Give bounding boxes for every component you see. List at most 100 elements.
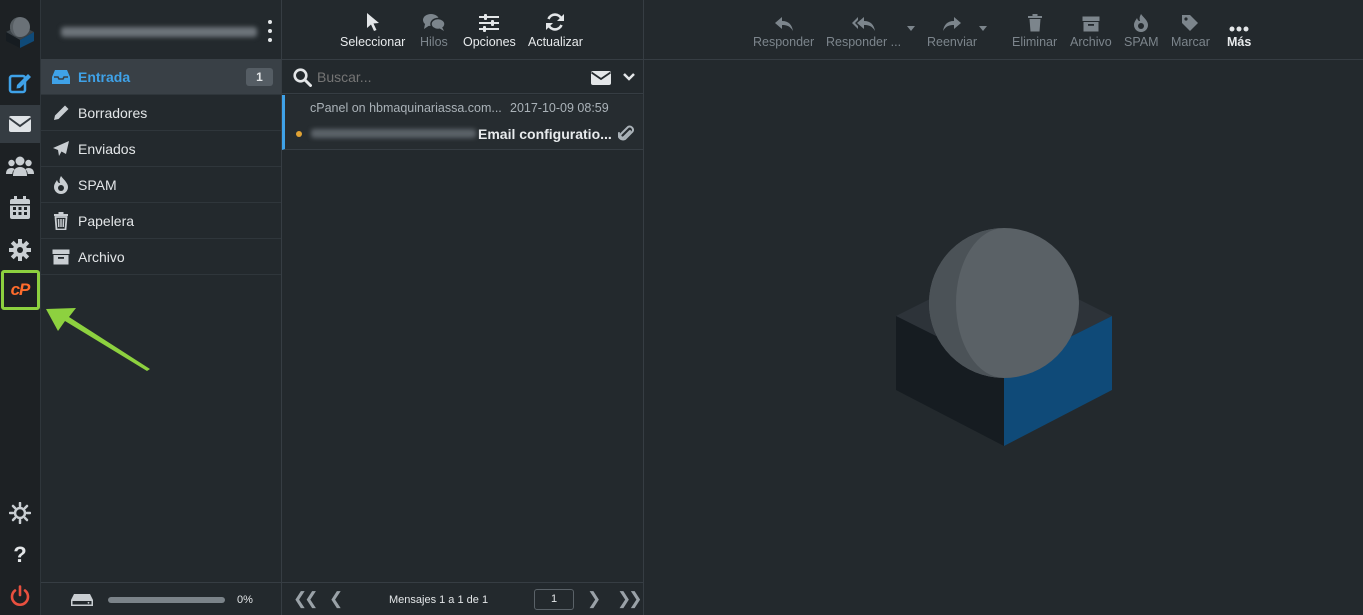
folder-spam[interactable]: SPAM — [41, 167, 281, 203]
forward-label: Reenviar — [927, 35, 978, 49]
annotation-arrow — [46, 308, 150, 371]
logout-button[interactable] — [0, 577, 40, 615]
quota-percent: 0% — [237, 594, 253, 606]
mark-button[interactable]: Marcar — [1171, 10, 1210, 49]
account-header — [41, 0, 281, 60]
spam-label: SPAM — [1124, 35, 1159, 49]
calendar-icon — [10, 196, 30, 219]
previous-page-icon[interactable]: ❮ — [329, 589, 343, 609]
folder-trash[interactable]: Papelera — [41, 203, 281, 239]
paper-plane-icon — [51, 139, 71, 159]
refresh-icon — [545, 10, 565, 32]
hard-drive-icon — [71, 594, 93, 606]
reply-all-icon — [851, 10, 876, 32]
sun-icon — [9, 502, 31, 524]
reply-icon — [774, 10, 794, 32]
first-page-icon[interactable]: ❮❮ — [293, 589, 318, 609]
help-icon: ? — [13, 542, 27, 567]
reply-all-dropdown-icon[interactable] — [907, 26, 915, 31]
preview-toolbar: Responder Responder ... Reenviar Elimina… — [644, 0, 1363, 60]
more-label: Más — [1227, 35, 1252, 49]
unread-count-badge: 1 — [246, 68, 273, 86]
paperclip-icon — [618, 125, 634, 141]
quota-track — [108, 597, 225, 603]
archive-icon — [51, 247, 71, 267]
page-number-input[interactable]: 1 — [534, 589, 574, 610]
pagination-bar: ❮❮ ❮ Mensajes 1 a 1 de 1 1 ❯ ❯❯ — [282, 582, 643, 615]
options-label: Opciones — [463, 35, 516, 49]
threads-label: Hilos — [420, 35, 448, 49]
power-icon — [10, 585, 30, 606]
chevron-down-icon[interactable] — [623, 73, 635, 81]
reply-all-label: Responder ... — [826, 35, 902, 49]
roundcube-logo[interactable] — [0, 6, 40, 54]
comments-icon — [422, 10, 446, 32]
refresh-button[interactable]: Actualizar — [528, 10, 583, 49]
folder-label: Archivo — [78, 248, 125, 265]
refresh-label: Actualizar — [528, 35, 583, 49]
folder-label: SPAM — [78, 176, 117, 193]
options-button[interactable]: Opciones — [463, 10, 516, 49]
envelope-icon[interactable] — [591, 71, 611, 85]
spam-button[interactable]: SPAM — [1124, 10, 1159, 49]
folder-sent[interactable]: Enviados — [41, 131, 281, 167]
pencil-icon — [51, 103, 71, 123]
folder-inbox[interactable]: Entrada 1 — [41, 59, 281, 95]
help-button[interactable]: ? — [0, 536, 40, 574]
select-label: Seleccionar — [340, 35, 406, 49]
select-button[interactable]: Seleccionar — [340, 10, 405, 49]
trash-icon — [1027, 10, 1043, 32]
quota-bar: 0% — [41, 582, 281, 615]
fire-icon — [1133, 10, 1149, 32]
more-button[interactable]: Más — [1227, 10, 1251, 49]
mail-button[interactable] — [0, 105, 40, 143]
nav-rail: cP ? — [0, 0, 41, 615]
search-bar — [282, 60, 643, 94]
forward-dropdown-icon[interactable] — [979, 26, 987, 31]
next-page-icon[interactable]: ❯ — [587, 589, 601, 609]
search-input[interactable] — [315, 67, 575, 87]
mark-label: Marcar — [1171, 35, 1210, 49]
cursor-icon — [366, 10, 380, 32]
folder-archive[interactable]: Archivo — [41, 239, 281, 275]
archive-icon — [1082, 10, 1100, 32]
logo-icon — [6, 17, 34, 48]
reply-label: Responder — [753, 35, 815, 49]
roundcube-watermark-logo — [896, 228, 1112, 446]
account-menu-icon[interactable] — [263, 20, 277, 42]
forward-button[interactable]: Reenviar — [927, 10, 977, 49]
reply-all-button[interactable]: Responder ... — [826, 10, 901, 49]
archive-label: Archivo — [1070, 35, 1112, 49]
theme-button[interactable] — [0, 494, 40, 532]
search-icon — [293, 68, 312, 87]
message-row[interactable]: cPanel on hbmaquinariassa.com... 2017-10… — [282, 95, 643, 150]
contacts-icon — [6, 156, 34, 176]
message-from: cPanel on hbmaquinariassa.com... — [310, 101, 502, 115]
forward-icon — [942, 10, 962, 32]
folder-drafts[interactable]: Borradores — [41, 95, 281, 131]
threads-button[interactable]: Hilos — [420, 10, 448, 49]
compose-button[interactable] — [0, 64, 40, 102]
calendar-button[interactable] — [0, 189, 40, 227]
ellipsis-icon — [1229, 10, 1249, 32]
delete-label: Eliminar — [1012, 35, 1058, 49]
account-email-redacted — [61, 27, 257, 37]
delete-button[interactable]: Eliminar — [1012, 10, 1057, 49]
compose-icon — [8, 74, 31, 94]
cpanel-icon: cP — [10, 280, 31, 299]
folder-label: Borradores — [78, 104, 148, 121]
archive-button[interactable]: Archivo — [1070, 10, 1112, 49]
list-toolbar: Seleccionar Hilos Opciones Actualizar — [282, 0, 643, 60]
message-subject: Email configuratio... — [478, 126, 612, 142]
last-page-icon[interactable]: ❯❯ — [617, 589, 642, 609]
unread-dot[interactable] — [296, 131, 302, 137]
gear-icon — [9, 239, 31, 261]
contacts-button[interactable] — [0, 147, 40, 185]
reply-button[interactable]: Responder — [753, 10, 814, 49]
inbox-icon — [51, 67, 71, 87]
folder-label: Entrada — [78, 68, 131, 85]
cpanel-button[interactable]: cP — [0, 271, 40, 309]
message-list-panel: Seleccionar Hilos Opciones Actualizar Bu… — [282, 0, 644, 615]
settings-button[interactable] — [0, 231, 40, 269]
folder-label: Enviados — [78, 140, 136, 157]
